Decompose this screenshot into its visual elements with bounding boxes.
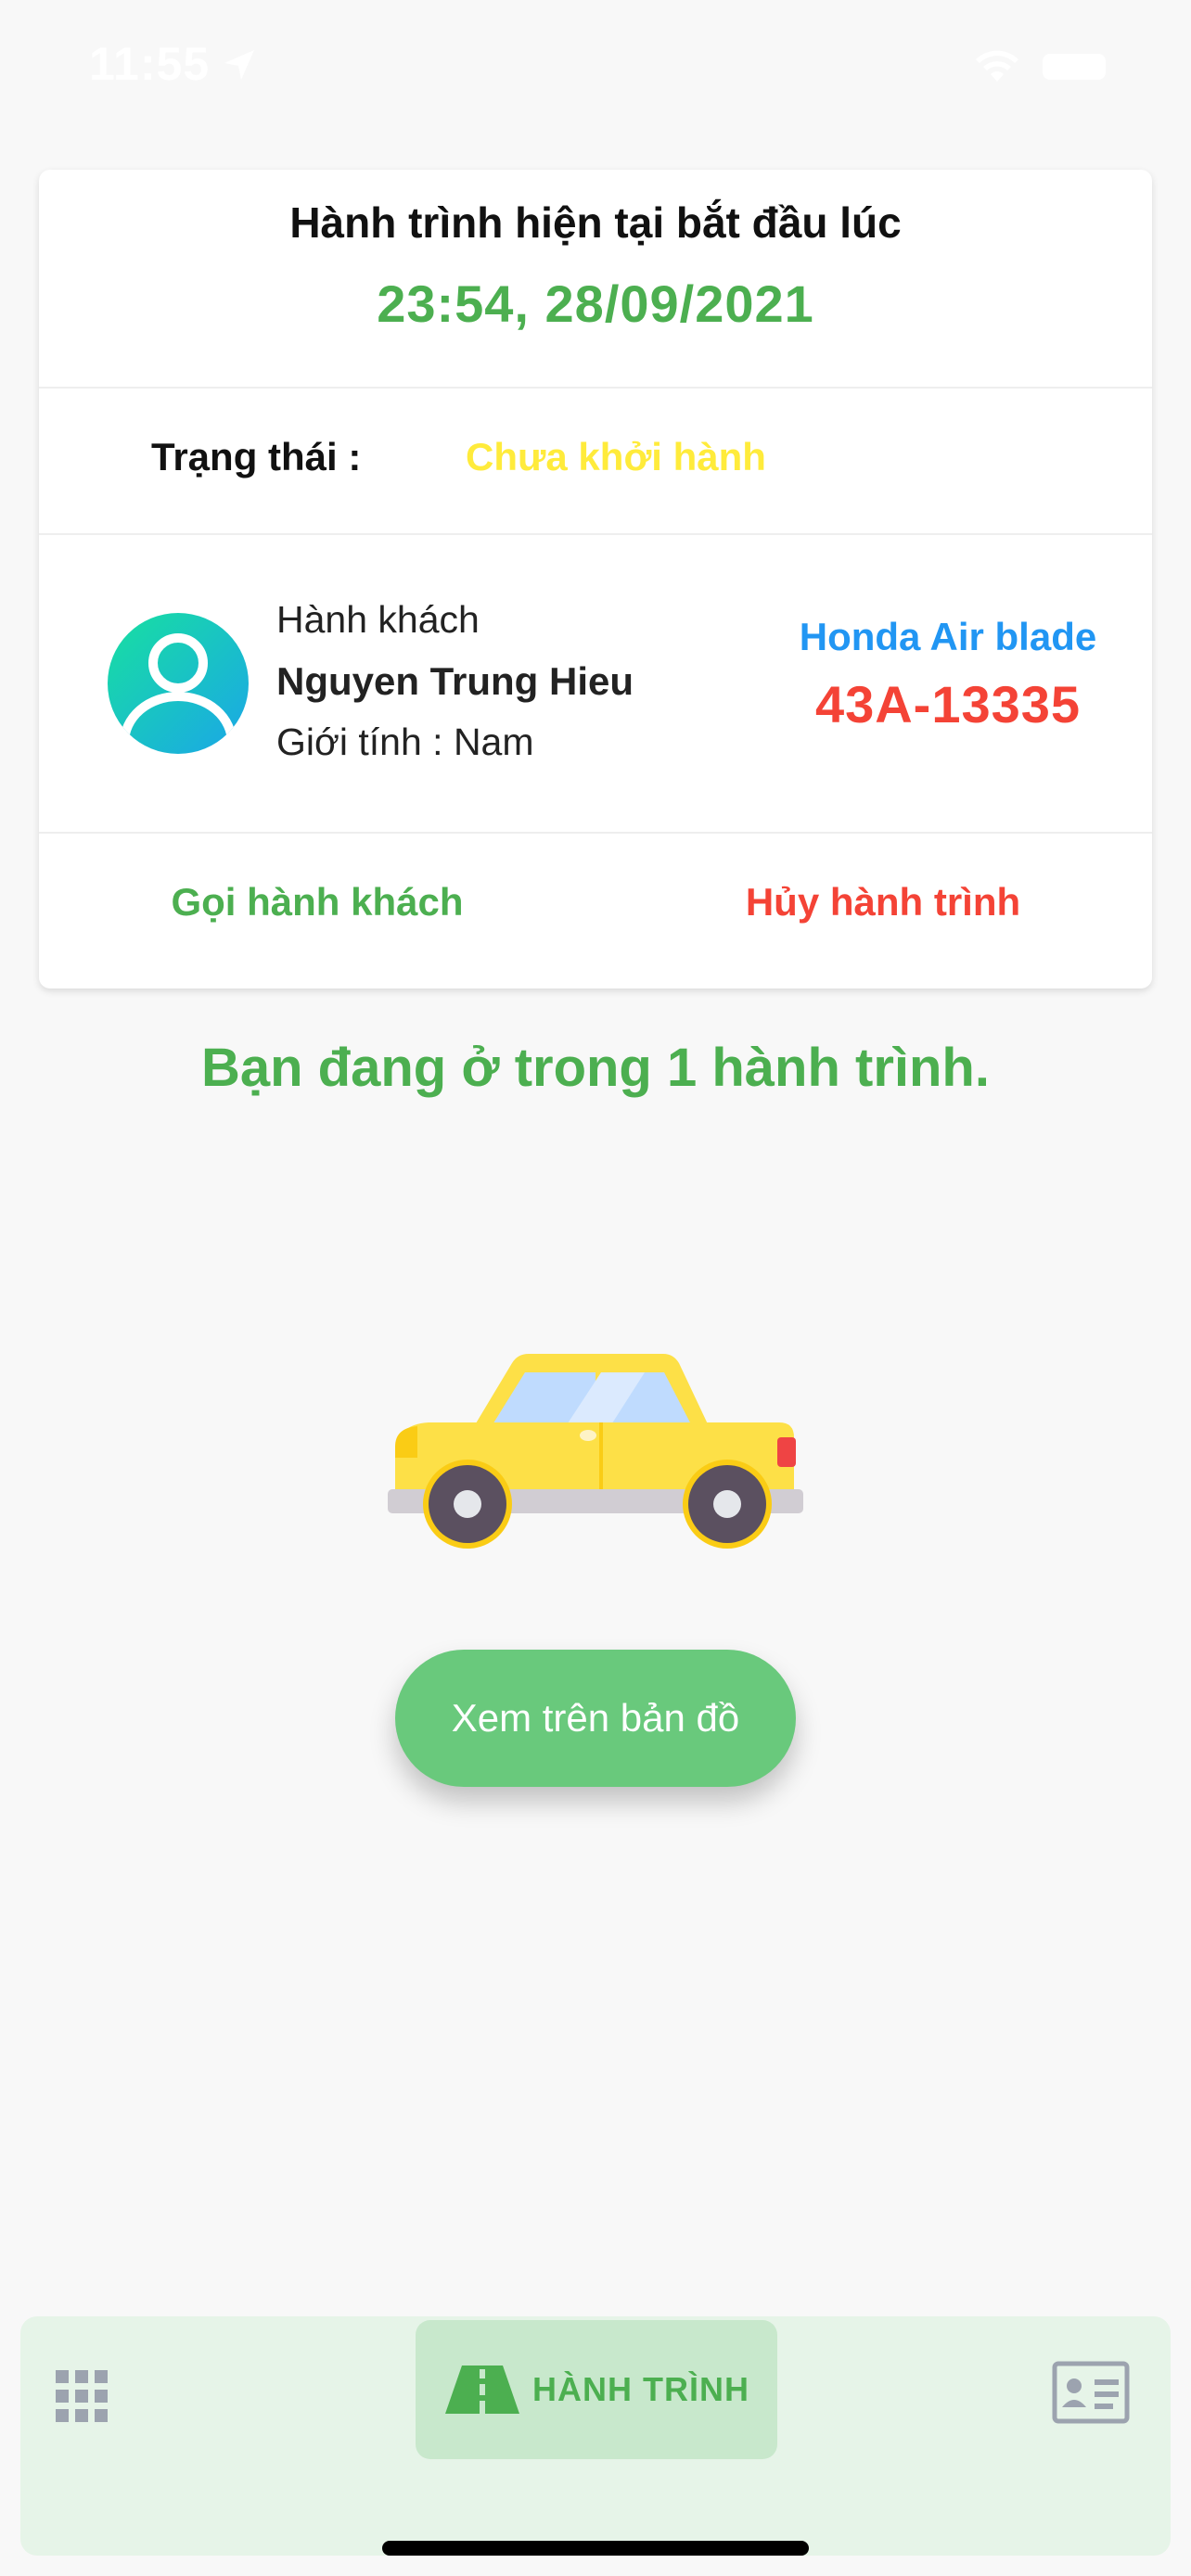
passenger-section: Hành khách Nguyen Trung Hieu Giới tính :…: [39, 535, 1152, 834]
avatar: [108, 613, 249, 754]
id-card-icon[interactable]: [1052, 2361, 1130, 2424]
trip-start-time: 23:54, 28/09/2021: [377, 274, 814, 333]
view-on-map-button[interactable]: Xem trên bản đồ: [395, 1650, 796, 1787]
call-passenger-button[interactable]: Gọi hành khách: [113, 880, 521, 925]
trip-card: Hành trình hiện tại bắt đầu lúc 23:54, 2…: [39, 170, 1152, 988]
nav-tab-trip[interactable]: HÀNH TRÌNH: [416, 2320, 777, 2459]
passenger-name: Nguyen Trung Hieu: [276, 659, 634, 703]
bottom-nav: HÀNH TRÌNH: [20, 2316, 1171, 2556]
trip-start-label: Hành trình hiện tại bắt đầu lúc: [289, 198, 902, 247]
trip-screen: 11:55 Hành trình hiện tại bắt đầu lúc 23…: [0, 0, 1191, 2576]
cancel-trip-button[interactable]: Hủy hành trình: [679, 880, 1087, 925]
home-indicator: [382, 2541, 809, 2556]
nav-tab-trip-label: HÀNH TRÌNH: [532, 2370, 749, 2408]
trip-actions-section: Gọi hành khách Hủy hành trình: [39, 834, 1152, 988]
in-trip-message: Bạn đang ở trong 1 hành trình.: [201, 1038, 990, 1098]
car-illustration: [388, 1354, 803, 1549]
status-time: 11:55: [89, 38, 211, 90]
status-value: Chưa khởi hành: [466, 435, 766, 478]
status-bar: 11:55: [0, 0, 1191, 130]
battery-icon: [1043, 54, 1106, 80]
vehicle-plate: 43A-13335: [814, 675, 1082, 733]
trip-status-section: Trạng thái : Chưa khởi hành: [39, 389, 1152, 535]
vehicle-model: Honda Air blade: [799, 615, 1097, 658]
status-label: Trạng thái :: [151, 435, 362, 478]
trip-start-section: Hành trình hiện tại bắt đầu lúc 23:54, 2…: [39, 170, 1152, 389]
passenger-role-label: Hành khách: [276, 598, 480, 641]
road-icon: [445, 2366, 519, 2414]
grid-icon[interactable]: [54, 2368, 109, 2424]
passenger-gender: Giới tính : Nam: [276, 721, 534, 763]
wifi-icon: [976, 50, 1018, 82]
location-arrow-icon: [224, 50, 254, 80]
